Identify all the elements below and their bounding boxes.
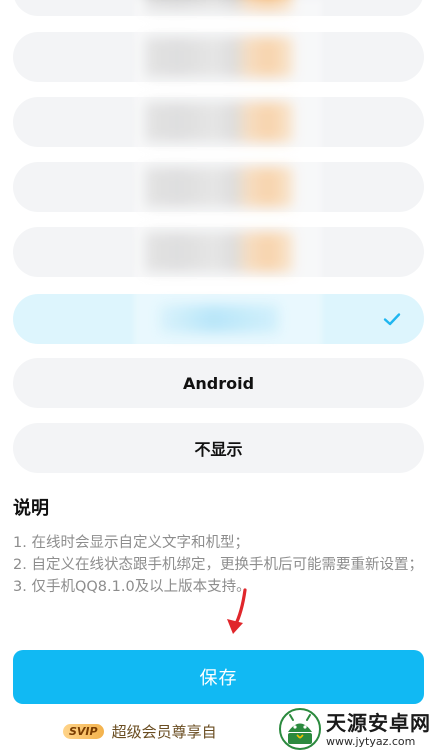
blurred-option-label: [144, 102, 293, 142]
status-option[interactable]: [13, 0, 424, 16]
red-arrow-annotation: [227, 588, 247, 634]
option-label: 不显示: [194, 440, 243, 459]
status-option[interactable]: [13, 227, 424, 277]
svip-promo-text: 超级会员尊享自: [111, 722, 217, 741]
watermark-name: 天源安卓网: [326, 710, 431, 735]
blurred-option-label: [144, 0, 293, 11]
description-item: 2. 自定义在线状态跟手机绑定，更换手机后可能需要重新设置；: [13, 557, 423, 573]
description-item: 1. 在线时会显示自定义文字和机型；: [13, 535, 249, 551]
status-option-android[interactable]: Android: [13, 358, 424, 408]
watermark-url: www.jytyaz.com: [326, 734, 416, 748]
status-option[interactable]: [13, 97, 424, 147]
save-button[interactable]: 保存: [13, 650, 424, 704]
svip-promo[interactable]: SVIP 超级会员尊享自: [63, 719, 217, 743]
blurred-option-label: [158, 305, 279, 333]
status-option-hide[interactable]: 不显示: [13, 423, 424, 473]
site-watermark: 天源安卓网 www.jytyaz.com: [278, 707, 431, 751]
blurred-option-label: [144, 167, 293, 207]
status-option[interactable]: [13, 162, 424, 212]
status-option[interactable]: [13, 32, 424, 82]
checkmark-icon: [383, 313, 401, 326]
blurred-option-label: [144, 37, 293, 77]
description-title: 说明: [13, 498, 49, 519]
option-label: Android: [182, 373, 255, 393]
svip-badge: SVIP: [63, 723, 104, 739]
android-logo-icon: [279, 708, 321, 750]
status-option-selected[interactable]: [13, 294, 424, 344]
blurred-option-label: [144, 232, 293, 272]
